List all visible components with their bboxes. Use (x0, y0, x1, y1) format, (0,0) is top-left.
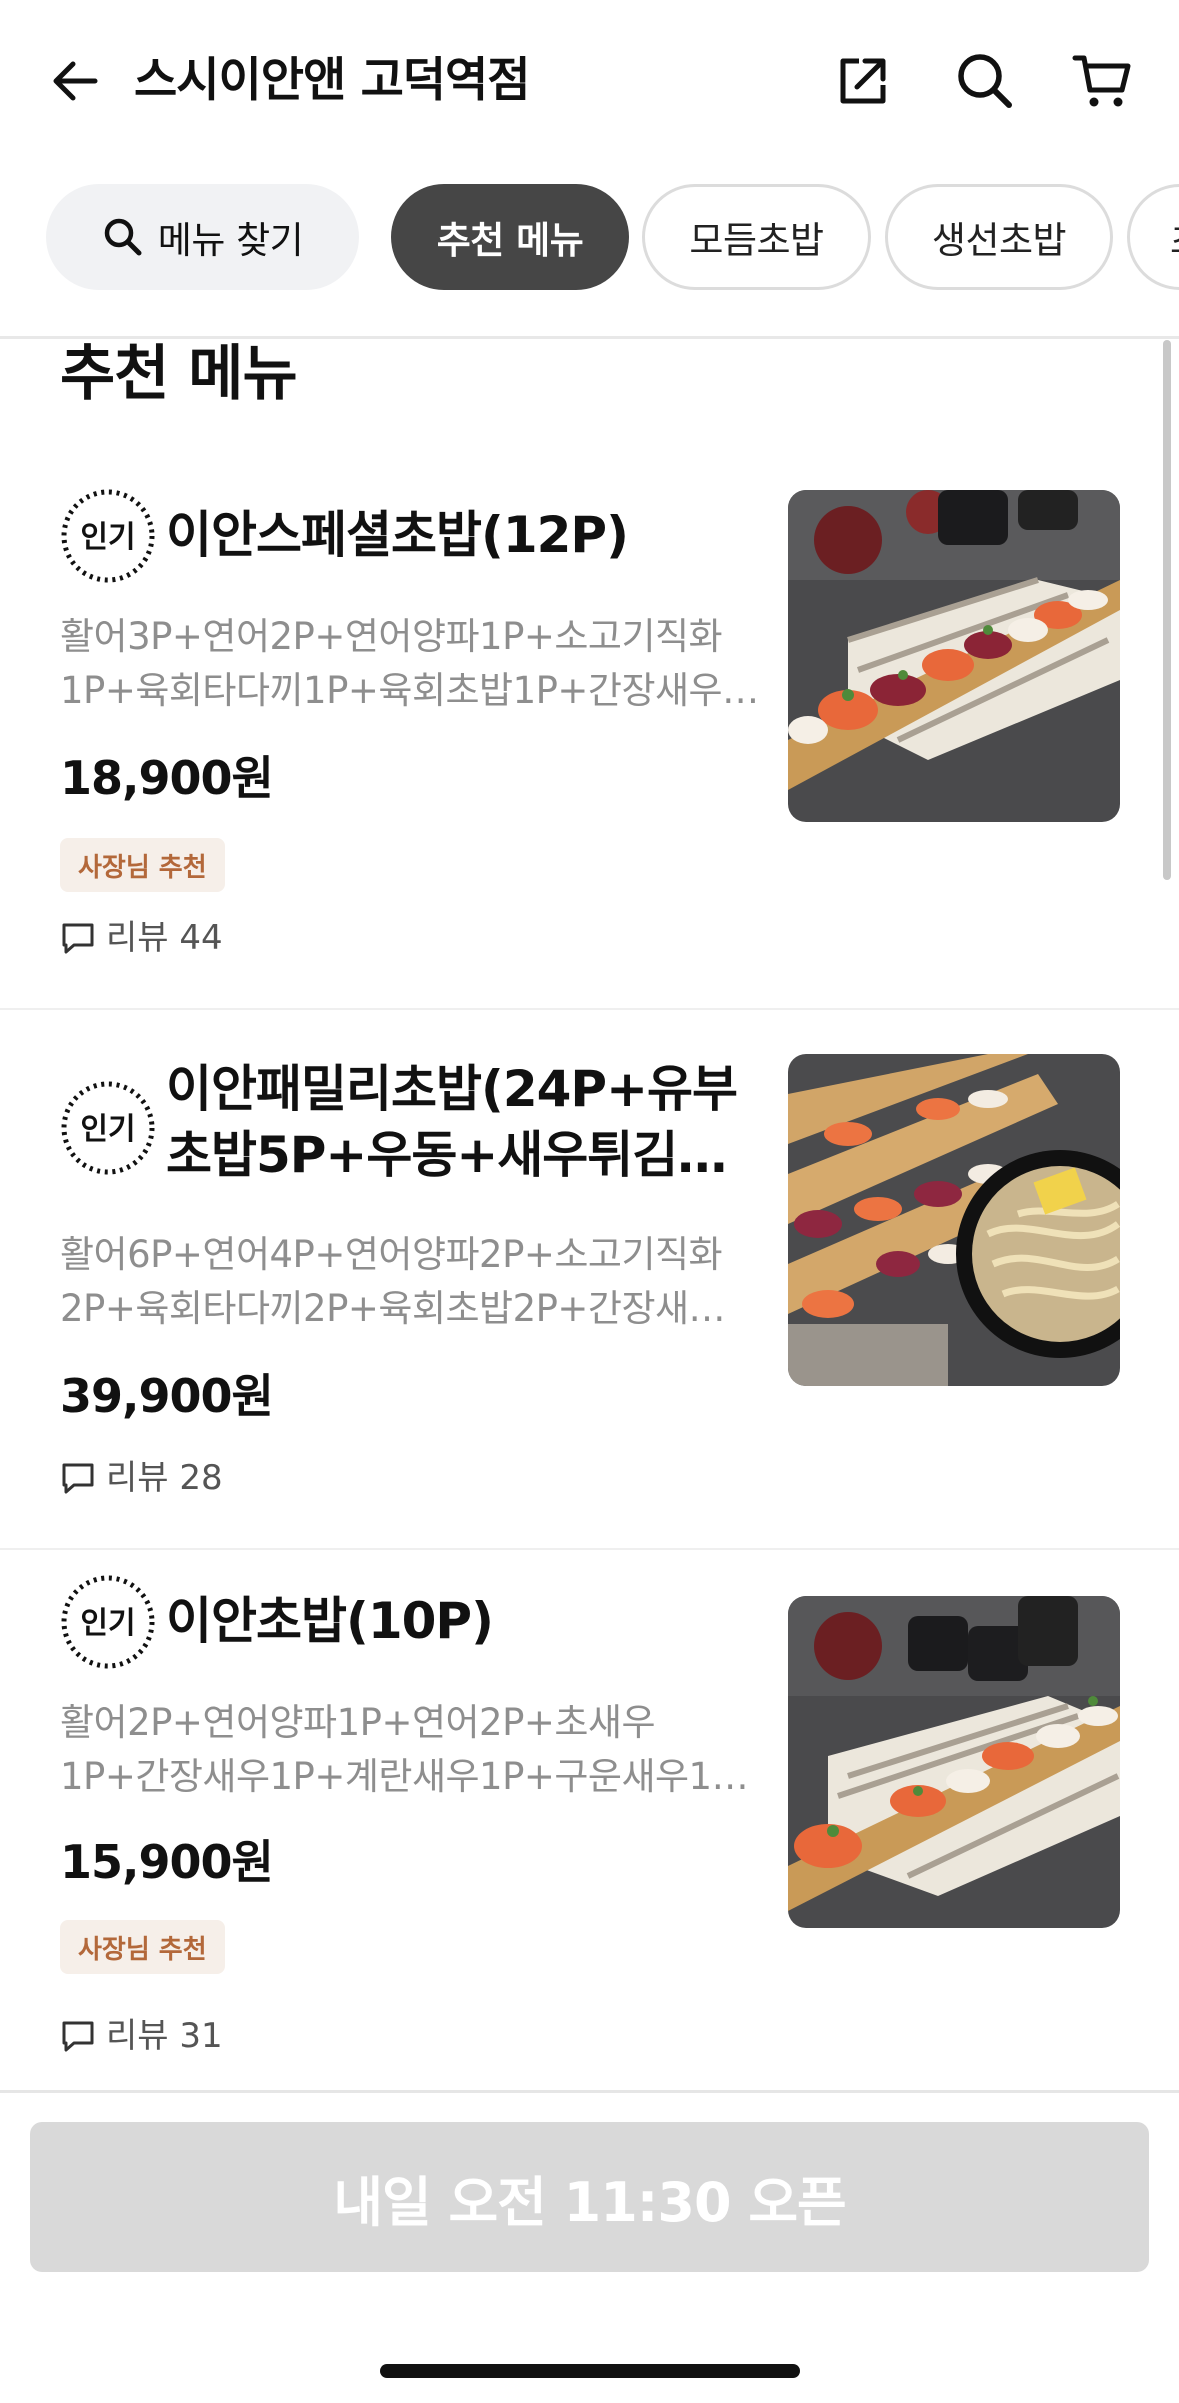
menu-item[interactable]: 인기 이안패밀리초밥(24P+유부초밥5P+우동+새우튀김… 활어6P+연어4P… (0, 1010, 1179, 1550)
open-time-button[interactable]: 내일 오전 11:30 오픈 (30, 2122, 1149, 2272)
menu-item-photo (788, 1054, 1120, 1386)
chip-recommended[interactable]: 추천 메뉴 (391, 184, 629, 290)
home-indicator[interactable] (380, 2364, 800, 2378)
review-count-label: 리뷰 28 (106, 1458, 223, 1498)
menu-item-photo (788, 1596, 1120, 1928)
share-icon (840, 58, 886, 104)
section-title: 추천 메뉴 (60, 339, 298, 409)
category-chip-bar: 메뉴 찾기 추천 메뉴 모듬초밥 생선초밥 초 (0, 184, 1179, 294)
review-count: 리뷰 28 (60, 1456, 223, 1500)
svg-text:인기: 인기 (80, 1112, 135, 1147)
arrow-left-icon (53, 61, 98, 101)
menu-item-photo (788, 490, 1120, 822)
review-count-label: 리뷰 31 (106, 2016, 223, 2056)
menu-item-name: 이안초밥(10P) (166, 1592, 494, 1650)
footer-divider (0, 2090, 1179, 2093)
chip-fish-sushi[interactable]: 생선초밥 (885, 184, 1113, 290)
menu-item-name: 이안스페셜초밥(12P) (166, 506, 629, 564)
menu-item-price: 39,900원 (60, 1369, 274, 1423)
search-icon (958, 54, 1012, 108)
menu-item-price: 15,900원 (60, 1835, 274, 1889)
owner-recommend-tag: 사장님 추천 (60, 838, 225, 892)
review-count-label: 리뷰 44 (106, 918, 223, 958)
menu-search-chip[interactable]: 메뉴 찾기 (46, 184, 359, 290)
menu-item-description: 활어6P+연어4P+연어양파2P+소고기직화2P+육회타다끼2P+육회초밥2P+… (60, 1233, 726, 1330)
svg-text:인기: 인기 (80, 1606, 135, 1641)
back-button[interactable] (42, 48, 108, 114)
popular-badge-icon: 인기 (61, 1575, 155, 1669)
review-count: 리뷰 44 (60, 916, 223, 960)
menu-item[interactable]: 인기 이안초밥(10P) 활어2P+연어양파1P+연어2P+초새우1P+간장새우… (0, 1550, 1179, 2090)
menu-item-description: 활어3P+연어2P+연어양파1P+소고기직화1P+육회타다끼1P+육회초밥1P+… (60, 615, 759, 712)
menu-item[interactable]: 인기 이안스페셜초밥(12P) 활어3P+연어2P+연어양파1P+소고기직화1P… (0, 470, 1179, 1008)
top-app-bar: 스시이안앤 고덕역점 (0, 0, 1179, 165)
store-title: 스시이안앤 고덕역점 (134, 53, 531, 108)
popular-badge-icon: 인기 (61, 489, 155, 583)
review-count: 리뷰 31 (60, 2014, 223, 2058)
scrollbar[interactable] (1163, 340, 1171, 880)
chip-assorted-sushi[interactable]: 모듬초밥 (642, 184, 871, 290)
share-button[interactable] (830, 48, 896, 114)
search-button[interactable] (952, 48, 1018, 114)
svg-text:인기: 인기 (80, 520, 135, 555)
cart-icon (1072, 55, 1131, 107)
menu-item-name: 이안패밀리초밥(24P+유부초밥5P+우동+새우튀김… (166, 1060, 738, 1184)
comment-icon (60, 1460, 96, 1496)
menu-search-label: 메뉴 찾기 (157, 219, 304, 262)
cart-button[interactable] (1070, 48, 1136, 114)
menu-item-price: 18,900원 (60, 751, 274, 805)
owner-recommend-tag: 사장님 추천 (60, 1920, 225, 1974)
menu-item-description: 활어2P+연어양파1P+연어2P+초새우1P+간장새우1P+계란새우1P+구운새… (60, 1701, 749, 1798)
search-icon (102, 216, 144, 258)
comment-icon (60, 2018, 96, 2054)
comment-icon (60, 920, 96, 956)
chip-next-category[interactable]: 초 (1127, 184, 1179, 290)
popular-badge-icon: 인기 (61, 1081, 155, 1175)
